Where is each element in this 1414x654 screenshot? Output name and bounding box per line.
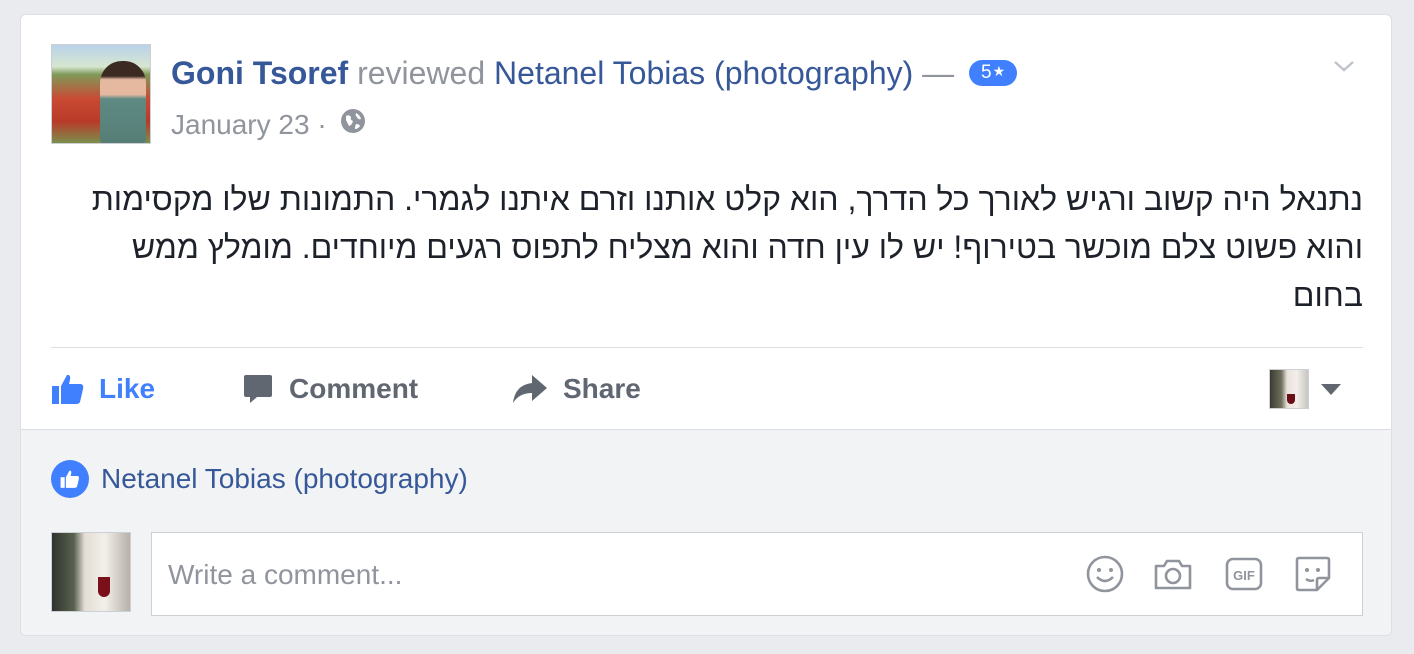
post-header: Goni Tsoref reviewed Netanel Tobias (pho…	[171, 53, 1018, 93]
like-button[interactable]: Like	[51, 367, 155, 411]
liked-by-page-link[interactable]: Netanel Tobias (photography)	[101, 463, 468, 495]
share-button[interactable]: Share	[511, 367, 641, 411]
svg-text:GIF: GIF	[1233, 568, 1255, 583]
rating-badge: 5★	[969, 59, 1018, 86]
comment-input[interactable]	[166, 533, 1050, 617]
globe-icon[interactable]	[340, 108, 366, 142]
emoji-icon[interactable]	[1084, 553, 1126, 595]
meta-separator: ·	[317, 109, 327, 140]
thumbs-up-icon	[52, 374, 84, 404]
commenter-avatar[interactable]	[51, 532, 131, 612]
likes-summary: Netanel Tobias (photography)	[51, 460, 468, 498]
current-user-avatar	[1269, 369, 1309, 409]
star-icon: ★	[992, 62, 1006, 79]
comment-composer: GIF	[151, 532, 1363, 617]
like-label: Like	[99, 373, 156, 404]
camera-icon[interactable]	[1152, 553, 1194, 595]
wine-glass-detail	[98, 577, 110, 597]
divider	[51, 347, 1363, 348]
post-date-link[interactable]: January 23	[171, 109, 310, 140]
author-photo-figure	[100, 61, 146, 143]
rating-value: 5	[981, 61, 992, 83]
share-arrow-icon	[513, 375, 547, 403]
reviewed-page-link[interactable]: Netanel Tobias (photography)	[494, 55, 913, 91]
author-name-link[interactable]: Goni Tsoref	[171, 55, 348, 91]
like-badge-icon	[51, 460, 89, 498]
review-body: נתנאל היה קשוב ורגיש לאורך כל הדרך, הוא …	[91, 181, 1363, 313]
post-footer: Netanel Tobias (photography) Write a com…	[21, 429, 1391, 635]
action-verb: reviewed	[357, 55, 486, 91]
chevron-down-icon[interactable]	[1333, 55, 1355, 77]
post-meta: January 23 ·	[171, 108, 366, 144]
sticker-icon[interactable]	[1292, 553, 1334, 595]
gif-icon[interactable]: GIF	[1223, 553, 1265, 595]
author-avatar[interactable]	[51, 44, 151, 144]
comment-button[interactable]: Comment	[241, 367, 418, 411]
comment-label: Comment	[289, 373, 419, 404]
caret-down-icon	[1321, 383, 1341, 395]
wine-glass-detail	[1287, 394, 1295, 404]
review-post-card: Goni Tsoref reviewed Netanel Tobias (pho…	[20, 14, 1392, 636]
share-label: Share	[563, 373, 641, 404]
comment-bubble-icon	[244, 375, 272, 403]
header-dash: —	[922, 55, 955, 91]
acting-as-selector[interactable]	[1269, 369, 1341, 409]
